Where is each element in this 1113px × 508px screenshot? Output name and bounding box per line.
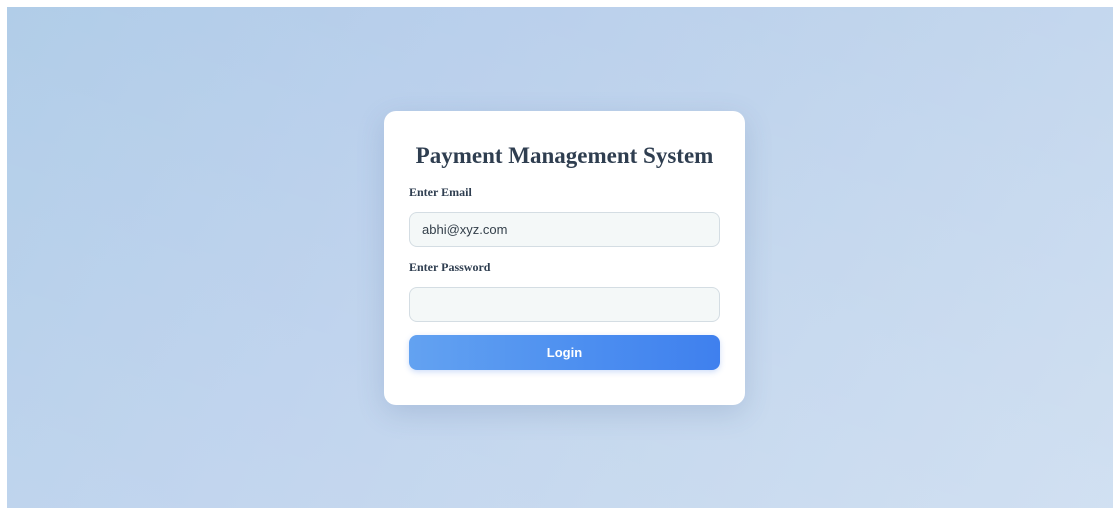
page-title: Payment Management System (415, 143, 714, 168)
password-field[interactable] (409, 287, 720, 322)
login-button[interactable]: Login (409, 335, 720, 370)
login-card: Payment Management System Enter Email En… (384, 111, 745, 405)
email-label: Enter Email (409, 185, 472, 199)
password-label: Enter Password (409, 260, 491, 274)
page-background: Payment Management System Enter Email En… (7, 7, 1113, 508)
email-field[interactable] (409, 212, 720, 247)
